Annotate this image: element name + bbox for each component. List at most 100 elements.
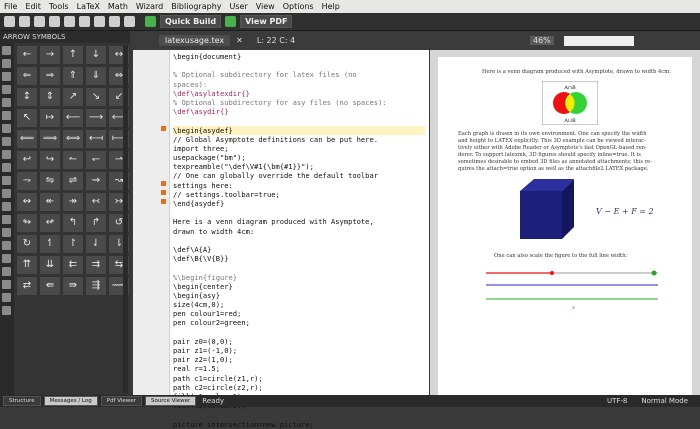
panel-icon[interactable] [2, 72, 11, 81]
arrow-symbol[interactable]: ⟶ [86, 109, 106, 127]
arrow-symbol[interactable]: ⇇ [63, 256, 83, 274]
code-line[interactable]: texpreamble("\def\V#1{\bm{#1}}"); [173, 162, 425, 171]
arrow-symbol[interactable]: ⇊ [40, 256, 60, 274]
arrow-symbol[interactable]: ⇉ [86, 256, 106, 274]
arrow-symbol[interactable]: ⟺ [63, 130, 83, 148]
code-line[interactable]: settings here: [173, 181, 425, 190]
arrow-symbol[interactable]: ↦ [40, 109, 60, 127]
undo-icon[interactable] [64, 16, 75, 27]
menu-edit[interactable]: Edit [21, 2, 45, 11]
arrow-symbol[interactable]: ⇌ [63, 172, 83, 190]
arrow-symbol[interactable]: ⟻ [86, 130, 106, 148]
code-line[interactable]: // settings.toolbar=true; [173, 190, 425, 199]
panel-icon[interactable] [2, 267, 11, 276]
arrow-symbol[interactable]: ↱ [86, 214, 106, 232]
menu-help[interactable]: Help [318, 2, 344, 11]
panel-icon[interactable] [2, 241, 11, 250]
fold-marker-icon[interactable] [161, 180, 166, 186]
code-line[interactable]: % Optional subdirectory for latex files … [173, 70, 425, 79]
code-line[interactable]: spaces): [173, 80, 425, 89]
tab-pdf-viewer[interactable]: Pdf Viewer [100, 396, 142, 406]
code-line[interactable]: pair z2=(1,0); [173, 355, 425, 364]
open-file-icon[interactable] [19, 16, 30, 27]
arrow-symbol[interactable]: ↘ [86, 88, 106, 106]
arrow-symbol[interactable]: ↪ [40, 151, 60, 169]
arrow-symbol[interactable]: ⇄ [17, 277, 37, 295]
arrow-symbol[interactable]: ↑ [63, 46, 83, 64]
arrow-symbol[interactable]: ⇝ [86, 172, 106, 190]
code-line[interactable]: \def\asydir{} [173, 107, 425, 116]
panel-icon[interactable] [2, 124, 11, 133]
arrow-symbol[interactable]: ⇓ [86, 67, 106, 85]
code-line[interactable]: \def\asylatexdir{} [173, 89, 425, 98]
code-line[interactable]: pair z1=(-1,0); [173, 346, 425, 355]
panel-icon[interactable] [2, 111, 11, 120]
tab-structure[interactable]: Structure [3, 396, 41, 406]
arrow-symbol[interactable]: ↾ [63, 235, 83, 253]
panel-icon[interactable] [2, 228, 11, 237]
menu-wizard[interactable]: Wizard [132, 2, 167, 11]
code-line[interactable]: pen colour1=red; [173, 309, 425, 318]
arrow-symbol[interactable]: ⇚ [40, 277, 60, 295]
code-line[interactable]: import three; [173, 144, 425, 153]
code-line[interactable]: picture intersection=new picture; [173, 420, 425, 429]
menu-options[interactable]: Options [279, 2, 318, 11]
arrow-symbol[interactable]: ↕ [17, 88, 37, 106]
cut-icon[interactable] [94, 16, 105, 27]
paste-icon[interactable] [124, 16, 135, 27]
arrow-symbol[interactable]: ↰ [63, 214, 83, 232]
tab-source-viewer[interactable]: Source Viewer [144, 396, 197, 406]
redo-icon[interactable] [79, 16, 90, 27]
code-line[interactable]: \begin{asy} [173, 291, 425, 300]
code-line[interactable]: size(4cm,0); [173, 300, 425, 309]
panel-icon[interactable] [2, 215, 11, 224]
new-file-icon[interactable] [4, 16, 15, 27]
arrow-symbol[interactable]: ⇋ [40, 172, 60, 190]
arrow-symbol[interactable]: ⇑ [63, 67, 83, 85]
code-line[interactable] [173, 410, 425, 419]
code-line[interactable]: \def\A{A} [173, 245, 425, 254]
panel-icon[interactable] [2, 59, 11, 68]
arrow-symbol[interactable]: ↩ [17, 151, 37, 169]
arrow-symbol[interactable]: ↠ [63, 193, 83, 211]
code-line[interactable] [173, 208, 425, 217]
close-icon[interactable] [49, 16, 60, 27]
code-line[interactable]: drawn to width 4cm: [173, 227, 425, 236]
symbol-scrollbar[interactable] [123, 45, 128, 393]
code-line[interactable] [173, 61, 425, 70]
code-line[interactable]: // Global Asymptote definitions can be p… [173, 135, 425, 144]
menu-view[interactable]: View [252, 2, 279, 11]
arrow-symbol[interactable]: ⇐ [17, 67, 37, 85]
arrow-symbol[interactable]: ↼ [63, 151, 83, 169]
view-icon[interactable] [225, 16, 237, 27]
panel-icon[interactable] [2, 254, 11, 263]
panel-icon[interactable] [2, 202, 11, 211]
panel-icon[interactable] [2, 150, 11, 159]
arrow-symbol[interactable]: ↫ [40, 214, 60, 232]
run-icon[interactable] [145, 16, 156, 27]
code-line[interactable]: path c1=circle(z1,r); [173, 374, 425, 383]
menu-math[interactable]: Math [104, 2, 132, 11]
panel-icon[interactable] [2, 176, 11, 185]
close-tab-icon[interactable]: ✕ [236, 36, 243, 45]
arrow-symbol[interactable]: ↽ [86, 151, 106, 169]
panel-icon[interactable] [2, 85, 11, 94]
code-line[interactable]: usepackage("bm"); [173, 153, 425, 162]
code-line[interactable]: Here is a venn diagram produced with Asy… [173, 217, 425, 226]
copy-icon[interactable] [109, 16, 120, 27]
encoding[interactable]: UTF-8 [607, 397, 627, 405]
arrow-symbol[interactable]: ⇁ [17, 172, 37, 190]
quick-build-button[interactable]: Quick Build [160, 15, 222, 28]
code-line[interactable]: path c2=circle(z2,r); [173, 383, 425, 392]
code-line[interactable] [173, 236, 425, 245]
menu-bibliography[interactable]: Bibliography [167, 2, 225, 11]
menu-latex[interactable]: LaTeX [73, 2, 104, 11]
code-line[interactable] [173, 263, 425, 272]
code-line[interactable]: % Optional subdirectory for asy files (n… [173, 98, 425, 107]
arrow-symbol[interactable]: ↖ [17, 109, 37, 127]
arrow-symbol[interactable]: ↞ [40, 193, 60, 211]
zoom-level[interactable]: 46% [530, 36, 554, 45]
code-line[interactable] [173, 116, 425, 125]
panel-icon[interactable] [2, 189, 11, 198]
tab-messages-log[interactable]: Messages / Log [43, 396, 98, 406]
